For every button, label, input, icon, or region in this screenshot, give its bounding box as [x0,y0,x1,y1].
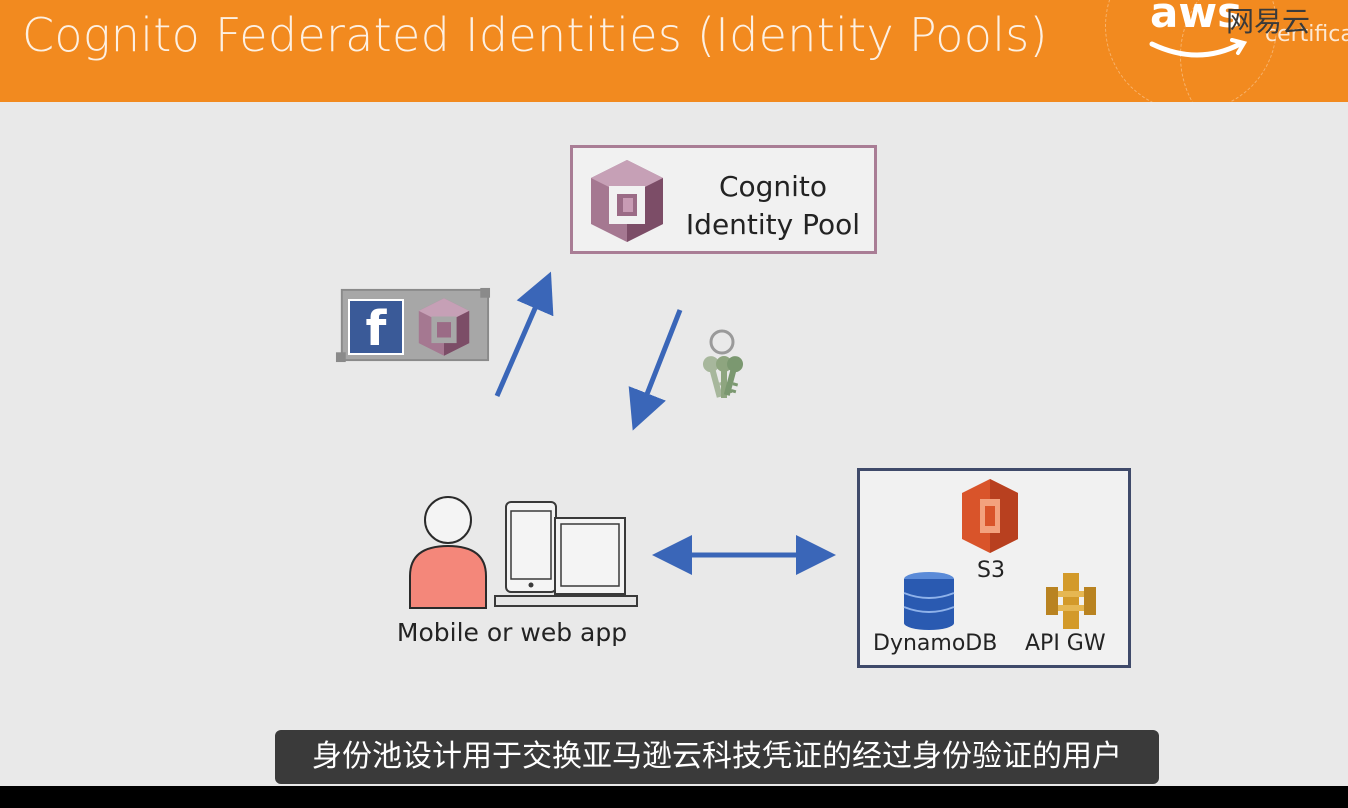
api-gateway-icon [1046,573,1096,629]
dynamodb-icon [903,572,955,630]
arrow-to-identity-pool [494,271,836,575]
laptop-icon [494,517,638,607]
api-gateway-label: API GW [1025,631,1106,656]
s3-label: S3 [977,558,1005,583]
keys-icon [702,329,744,398]
arrow-down [628,309,683,431]
aws-services-box: S3 DynamoDB API GW [857,468,1131,668]
subtitle-text: 身份池设计用于交换亚马逊云科技凭证的经过身份验证的用户 [312,739,1122,774]
dynamodb-label: DynamoDB [873,631,998,656]
arrow-up [494,271,554,397]
s3-icon [962,479,1018,553]
video-bottom-bar [0,786,1348,808]
subtitle-bar: 身份池设计用于交换亚马逊云科技凭证的经过身份验证的用户 [275,730,1159,784]
mobile-web-app-label: Mobile or web app [396,618,628,647]
person-icon [409,496,487,609]
